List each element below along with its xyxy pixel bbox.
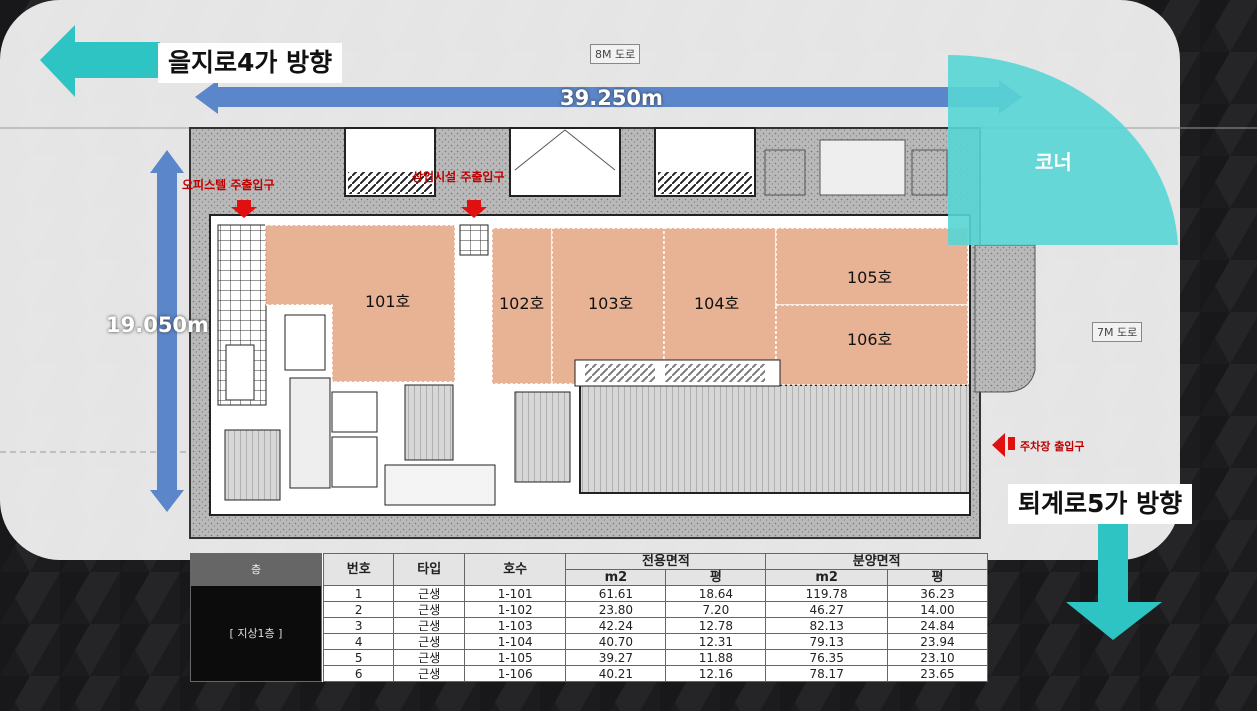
west-direction-label: 을지로4가 방향 (158, 43, 343, 83)
cell-sa-py: 23.65 (886, 665, 989, 682)
col-type: 타입 (393, 553, 465, 586)
cell-ex-py: 7.20 (665, 601, 767, 618)
cell-ex-m2: 61.61 (565, 585, 667, 602)
north-road-label: 8M 도로 (590, 44, 641, 64)
cell-ex-py: 12.16 (665, 665, 767, 682)
cell-sa-m2: 46.27 (765, 601, 888, 618)
floor-header: 층 (190, 553, 322, 586)
col-number: 번호 (322, 553, 395, 586)
south-direction-label: 퇴계로5가 방향 (1008, 484, 1193, 524)
unit-101-label: 101호 (365, 292, 411, 311)
cell-sa-py: 24.84 (886, 617, 989, 634)
unit-103-label: 103호 (588, 294, 634, 313)
cell-unit: 1-106 (463, 665, 567, 682)
cell-unit: 1-105 (463, 649, 567, 666)
cell-ex-py: 18.64 (665, 585, 767, 602)
col-sa-py: 평 (886, 569, 989, 586)
cell-unit: 1-102 (463, 601, 567, 618)
cell-sa-m2: 76.35 (765, 649, 888, 666)
cell-sa-m2: 119.78 (765, 585, 888, 602)
cell-no: 5 (322, 649, 395, 666)
office-entrance-label: 오피스텔 주출입구 (182, 178, 275, 192)
cell-sa-py: 23.10 (886, 649, 989, 666)
unit-105-label: 105호 (847, 268, 893, 287)
cell-ex-py: 11.88 (665, 649, 767, 666)
cell-sa-m2: 79.13 (765, 633, 888, 650)
col-sale: 분양면적 (765, 553, 988, 570)
cell-sa-py: 23.94 (886, 633, 989, 650)
cell-no: 6 (322, 665, 395, 682)
cell-type: 근생 (393, 617, 465, 634)
cell-ex-py: 12.31 (665, 633, 767, 650)
area-table: 층 번호 타입 호수 전용면적 분양면적 m2 평 m2 평 [ 지상1층 ] 1… (190, 553, 989, 682)
floor-cell: [ 지상1층 ] (190, 585, 322, 682)
col-sa-m2: m2 (765, 569, 888, 586)
cell-ex-py: 12.78 (665, 617, 767, 634)
unit-102-label: 102호 (499, 294, 545, 313)
cell-no: 4 (322, 633, 395, 650)
cell-sa-py: 36.23 (886, 585, 989, 602)
table-row: [ 지상1층 ] 1 근생 1-101 61.61 18.64 119.78 36.23 (190, 585, 989, 682)
cell-type: 근생 (393, 585, 465, 602)
east-road-label: 7M 도로 (1092, 322, 1143, 342)
retail-entrance-label: 상업시설 주출입구 (412, 170, 505, 184)
unit-104-label: 104호 (694, 294, 740, 313)
cell-type: 근생 (393, 649, 465, 666)
col-unit: 호수 (463, 553, 567, 586)
cell-type: 근생 (393, 665, 465, 682)
unit-106-label: 106호 (847, 330, 893, 349)
col-ex-m2: m2 (565, 569, 667, 586)
cell-ex-m2: 40.21 (565, 665, 667, 682)
corner-label: 코너 (1035, 150, 1072, 174)
width-dimension: 39.250m (560, 86, 663, 110)
cell-unit: 1-104 (463, 633, 567, 650)
cell-unit: 1-101 (463, 585, 567, 602)
cell-no: 3 (322, 617, 395, 634)
cell-sa-m2: 78.17 (765, 665, 888, 682)
cell-ex-m2: 42.24 (565, 617, 667, 634)
cell-no: 1 (322, 585, 395, 602)
cell-type: 근생 (393, 633, 465, 650)
depth-dimension: 19.050m (106, 313, 209, 337)
cell-sa-m2: 82.13 (765, 617, 888, 634)
col-exclusive: 전용면적 (565, 553, 767, 570)
cell-type: 근생 (393, 601, 465, 618)
cell-no: 2 (322, 601, 395, 618)
cell-unit: 1-103 (463, 617, 567, 634)
cell-ex-m2: 40.70 (565, 633, 667, 650)
cell-sa-py: 14.00 (886, 601, 989, 618)
col-ex-py: 평 (665, 569, 767, 586)
cell-ex-m2: 23.80 (565, 601, 667, 618)
parking-entrance-label: 주차장 출입구 (1020, 440, 1085, 453)
cell-ex-m2: 39.27 (565, 649, 667, 666)
